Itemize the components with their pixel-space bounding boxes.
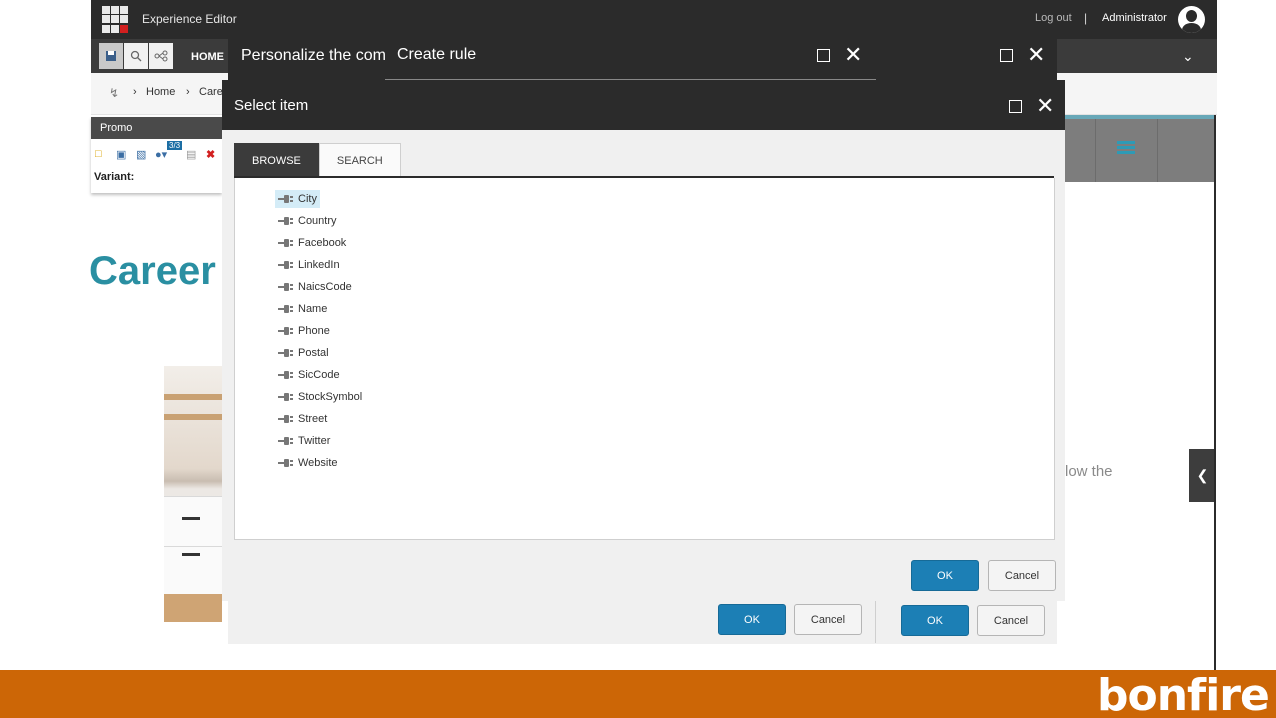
select-item-dialog: Select item ✕ BROWSE SEARCH City Country… [222, 80, 1065, 601]
field-icon [278, 437, 294, 445]
tree-item-street[interactable]: Street [275, 410, 330, 428]
maximize-icon[interactable] [1009, 99, 1022, 113]
field-icon [278, 371, 294, 379]
tree-item-twitter[interactable]: Twitter [275, 432, 333, 450]
tree-item-facebook[interactable]: Facebook [275, 234, 349, 252]
select-item-tabs: BROWSE SEARCH [234, 143, 401, 178]
footer-bar [0, 670, 1276, 718]
close-icon[interactable]: ✕ [1036, 95, 1054, 117]
field-icon [278, 393, 294, 401]
tab-browse[interactable]: BROWSE [234, 143, 319, 178]
personalize-icon[interactable]: ●▾ [155, 148, 167, 161]
tree-item-stocksymbol[interactable]: StockSymbol [275, 388, 365, 406]
promo-header: Promo [91, 117, 222, 139]
delete-icon[interactable]: ✖ [206, 148, 215, 161]
site-header-fragment [1064, 115, 1215, 182]
tab-home[interactable]: HOME [191, 51, 224, 63]
tree-item-website[interactable]: Website [275, 454, 341, 472]
close-icon[interactable]: ✕ [844, 44, 862, 66]
tree-item-label: Phone [298, 325, 330, 337]
create-rule-dialog: Create rule ✕ [385, 30, 876, 80]
tree-item-country[interactable]: Country [275, 212, 340, 230]
tab-search[interactable]: SEARCH [318, 143, 401, 178]
avatar[interactable] [1178, 6, 1205, 33]
breadcrumb-item-home[interactable]: Home [146, 86, 175, 98]
menu-icon[interactable] [1117, 141, 1135, 155]
screen: Experience Editor Log out | Administrato… [0, 0, 1276, 718]
select-item-title: Select item [234, 97, 309, 114]
topbar-separator: | [1084, 11, 1088, 25]
tree-item-label: NaicsCode [298, 281, 352, 293]
personalize-dialog-title: Personalize the com [241, 47, 386, 64]
maximize-icon[interactable] [817, 48, 830, 62]
field-icon [278, 327, 294, 335]
page-heading: Career [89, 249, 216, 293]
create-rule-ok-button[interactable]: OK [901, 605, 969, 636]
tree-item-label: Facebook [298, 237, 347, 249]
tree-item-label: City [298, 193, 317, 205]
tree-item-label: SicCode [298, 369, 340, 381]
promo-toolbar: □ ▣ ▧ ●▾ 3/3 ▤ ✖ [91, 139, 222, 169]
field-icon [278, 349, 294, 357]
field-icon [278, 261, 294, 269]
select-item-header [222, 80, 1065, 130]
tree-item-label: Country [298, 215, 337, 227]
promo-panel: Promo □ ▣ ▧ ●▾ 3/3 ▤ ✖ Variant: [91, 117, 222, 193]
tree-item-name[interactable]: Name [275, 300, 330, 318]
edit-icon[interactable]: ▣ [116, 148, 126, 161]
breadcrumb-chevron-icon: › [186, 86, 190, 98]
field-icon [278, 217, 294, 225]
field-icon [278, 195, 294, 203]
close-icon[interactable]: ✕ [1027, 44, 1045, 66]
select-item-ok-button[interactable]: OK [911, 560, 979, 591]
field-icon [278, 459, 294, 467]
breadcrumb-chevron-icon: › [133, 86, 137, 98]
create-rule-cancel-button[interactable]: Cancel [977, 605, 1045, 636]
tree-item-label: LinkedIn [298, 259, 340, 271]
field-icon [278, 415, 294, 423]
tree-item-label: Street [298, 413, 328, 425]
new-item-icon[interactable]: □ [95, 148, 102, 160]
logout-link[interactable]: Log out [1035, 12, 1072, 24]
field-icon [278, 283, 294, 291]
bonfire-logo: bonfire [1097, 670, 1270, 718]
personalize-cancel-button[interactable]: Cancel [794, 604, 862, 635]
create-rule-title: Create rule [397, 46, 477, 63]
personalize-ok-button[interactable]: OK [718, 604, 786, 635]
field-icon [278, 305, 294, 313]
tree-item-postal[interactable]: Postal [275, 344, 332, 362]
tree-item-label: StockSymbol [298, 391, 363, 403]
tree-icon[interactable]: ↯ [109, 86, 119, 100]
chevron-left-icon[interactable]: ❮ [1189, 449, 1216, 502]
search-icon[interactable] [124, 43, 148, 69]
app-title: Experience Editor [142, 12, 237, 26]
tree-item-city[interactable]: City [275, 190, 320, 208]
user-name[interactable]: Administrator [1102, 12, 1167, 24]
variant-label: Variant: [94, 171, 135, 183]
launchpad-icon[interactable] [102, 6, 129, 33]
body-text-fragment: low the [1065, 463, 1113, 480]
layout-icon[interactable]: ▧ [136, 148, 146, 161]
chevron-down-icon[interactable]: ⌄ [1182, 48, 1194, 65]
footer-divider [875, 601, 876, 643]
share-icon[interactable] [149, 43, 173, 69]
tree-item-naicscode[interactable]: NaicsCode [275, 278, 355, 296]
breadcrumb-item-careers[interactable]: Care [199, 86, 223, 98]
kitchen-image [164, 366, 222, 622]
select-item-cancel-button[interactable]: Cancel [988, 560, 1056, 591]
item-tree: City Country Facebook LinkedIn NaicsCode… [234, 178, 1055, 540]
tree-item-label: Name [298, 303, 328, 315]
field-icon [278, 239, 294, 247]
more-icon[interactable]: ▤ [186, 148, 196, 161]
save-icon[interactable] [99, 43, 123, 69]
tree-item-label: Website [298, 457, 338, 469]
tree-item-phone[interactable]: Phone [275, 322, 333, 340]
tree-item-label: Twitter [298, 435, 331, 447]
tree-item-label: Postal [298, 347, 329, 359]
tree-item-linkedin[interactable]: LinkedIn [275, 256, 343, 274]
tree-item-siccode[interactable]: SicCode [275, 366, 343, 384]
maximize-icon[interactable] [1000, 48, 1013, 62]
variant-count-badge: 3/3 [167, 141, 183, 150]
right-divider [1214, 115, 1216, 670]
